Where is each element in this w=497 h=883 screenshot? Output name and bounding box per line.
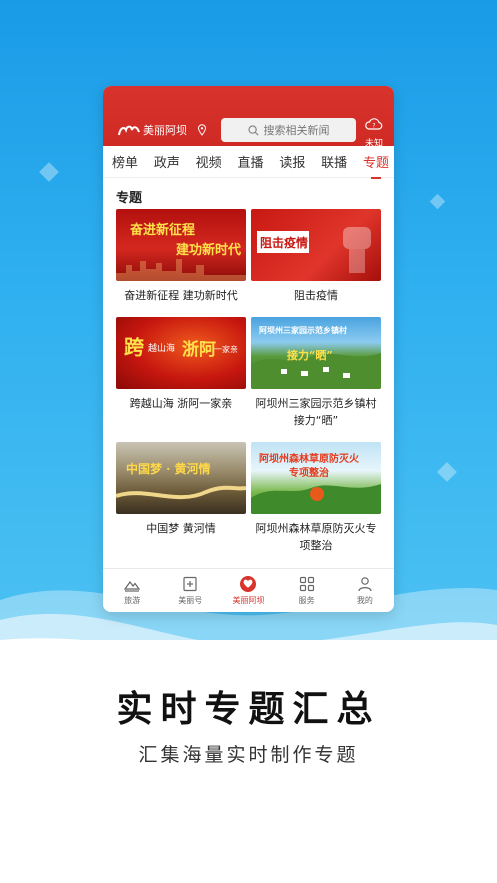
topic-caption: 阻击疫情 <box>294 289 338 302</box>
topic-caption: 阿坝州三家园示范乡镇村接力“晒” <box>255 397 377 427</box>
topic-card[interactable]: 阿坝州森林草原防灭火 专项整治 阿坝州森林草原防灭火专项整治 <box>251 442 381 559</box>
topic-card[interactable]: 中国梦 · 黄河情 中国梦 黄河情 <box>116 442 246 559</box>
thumbnail-text: 一家亲 <box>214 345 238 354</box>
thumbnail-text: 中国梦 · 黄河情 <box>126 462 211 476</box>
nav-item-meilihao[interactable]: 美丽号 <box>165 576 215 606</box>
nav-label: 美丽阿坝 <box>232 595 265 605</box>
forest-graphic <box>251 484 381 514</box>
tab-zhuanti[interactable]: 专题 <box>363 152 389 171</box>
logo-icon <box>118 125 140 136</box>
app-name: 美丽阿坝 <box>143 124 187 137</box>
thumbnail-text: 跨 <box>124 335 144 359</box>
tab-zhibo[interactable]: 直播 <box>237 152 263 171</box>
thumbnail-text: 接力“晒” <box>287 349 333 362</box>
svg-text:?: ? <box>372 123 375 130</box>
topic-card[interactable]: 阻击疫情 阻击疫情 <box>251 209 381 317</box>
app-logo: 美丽阿坝 <box>118 122 213 138</box>
tab-zhengsheng[interactable]: 政声 <box>154 152 180 171</box>
thumbnail-text: 建功新时代 <box>176 243 242 258</box>
topic-caption: 跨越山海 浙阿一家亲 <box>129 397 233 410</box>
mountain-icon <box>124 580 141 592</box>
topic-thumbnail: 中国梦 · 黄河情 <box>116 442 246 514</box>
thumbnail-text: 阿坝州森林草原防灭火 <box>259 454 359 465</box>
nav-item-travel[interactable]: 旅游 <box>107 576 157 606</box>
topic-card[interactable]: 阿坝州三家园示范乡镇村 接力“晒” 阿坝州三家园示范乡镇村接力“晒” <box>251 317 381 442</box>
phone-screen: 美丽阿坝 搜索相关新闻 ? 未知 榜单 政声 视频 直播 读报 联播 专题 专题… <box>103 86 394 612</box>
cloud-icon: ? <box>365 118 383 130</box>
topic-grid: 奋进新征程 建功新时代 奋进新征程 建功新时代 阻击疫情 阻击疫情 跨 越山海 … <box>103 209 394 559</box>
search-placeholder: 搜索相关新闻 <box>263 124 330 137</box>
topic-card[interactable]: 跨 越山海 浙阿 一家亲 跨越山海 浙阿一家亲 <box>116 317 246 442</box>
thumbnail-text: 越山海 <box>148 344 176 354</box>
top-bar: 美丽阿坝 搜索相关新闻 ? 未知 <box>103 86 394 149</box>
promo-subline: 汇集海量实时制作专题 <box>138 744 359 766</box>
channel-tabs: 榜单 政声 视频 直播 读报 联播 专题 <box>103 146 394 178</box>
topic-card[interactable]: 奋进新征程 建功新时代 奋进新征程 建功新时代 <box>116 209 246 317</box>
section-title: 专题 <box>116 191 143 206</box>
topic-thumbnail: 阻击疫情 <box>251 209 381 281</box>
user-icon <box>358 576 372 591</box>
thumbnail-text: 奋进新征程 <box>130 223 196 238</box>
search-box[interactable]: 搜索相关新闻 <box>221 118 356 142</box>
nav-label: 美丽号 <box>178 595 203 605</box>
nav-label: 服务 <box>298 595 315 605</box>
grid-icon <box>299 576 314 591</box>
search-icon <box>247 124 259 136</box>
location-pin-icon[interactable] <box>191 124 213 136</box>
tab-lianbo[interactable]: 联播 <box>321 152 347 171</box>
tab-dubao[interactable]: 读报 <box>279 152 305 171</box>
nav-label: 旅游 <box>124 595 141 605</box>
thumbnail-text: 阿坝州三家园示范乡镇村 <box>259 325 347 335</box>
topic-thumbnail: 阿坝州森林草原防灭火 专项整治 <box>251 442 381 514</box>
nav-label: 我的 <box>356 595 373 605</box>
topic-thumbnail: 阿坝州三家园示范乡镇村 接力“晒” <box>251 317 381 389</box>
topic-thumbnail: 奋进新征程 建功新时代 <box>116 209 246 281</box>
plus-bookmark-icon <box>183 576 197 591</box>
topic-caption: 中国梦 黄河情 <box>146 522 216 535</box>
tab-bangdan[interactable]: 榜单 <box>112 152 138 171</box>
weather-widget[interactable]: ? 未知 <box>362 116 386 149</box>
topic-thumbnail: 跨 越山海 浙阿 一家亲 <box>116 317 246 389</box>
topic-caption: 阿坝州森林草原防灭火专项整治 <box>255 522 377 552</box>
thumbnail-text: 专项整治 <box>289 468 329 479</box>
nav-item-service[interactable]: 服务 <box>282 576 332 606</box>
river-graphic <box>116 485 246 500</box>
thumbnail-text: 浙阿 <box>182 340 216 360</box>
topic-caption: 奋进新征程 建功新时代 <box>124 289 238 302</box>
nav-item-mine[interactable]: 我的 <box>340 576 390 606</box>
promo-headline: 实时专题汇总 <box>116 688 381 730</box>
heart-icon <box>240 575 257 592</box>
fist-graphic <box>343 227 371 273</box>
thumbnail-text: 阻击疫情 <box>260 236 309 250</box>
tab-shipin[interactable]: 视频 <box>196 152 222 171</box>
nav-item-home[interactable]: 美丽阿坝 <box>223 575 273 606</box>
bottom-navigation: 旅游 美丽号 美丽阿坝 服务 我的 <box>103 568 394 612</box>
